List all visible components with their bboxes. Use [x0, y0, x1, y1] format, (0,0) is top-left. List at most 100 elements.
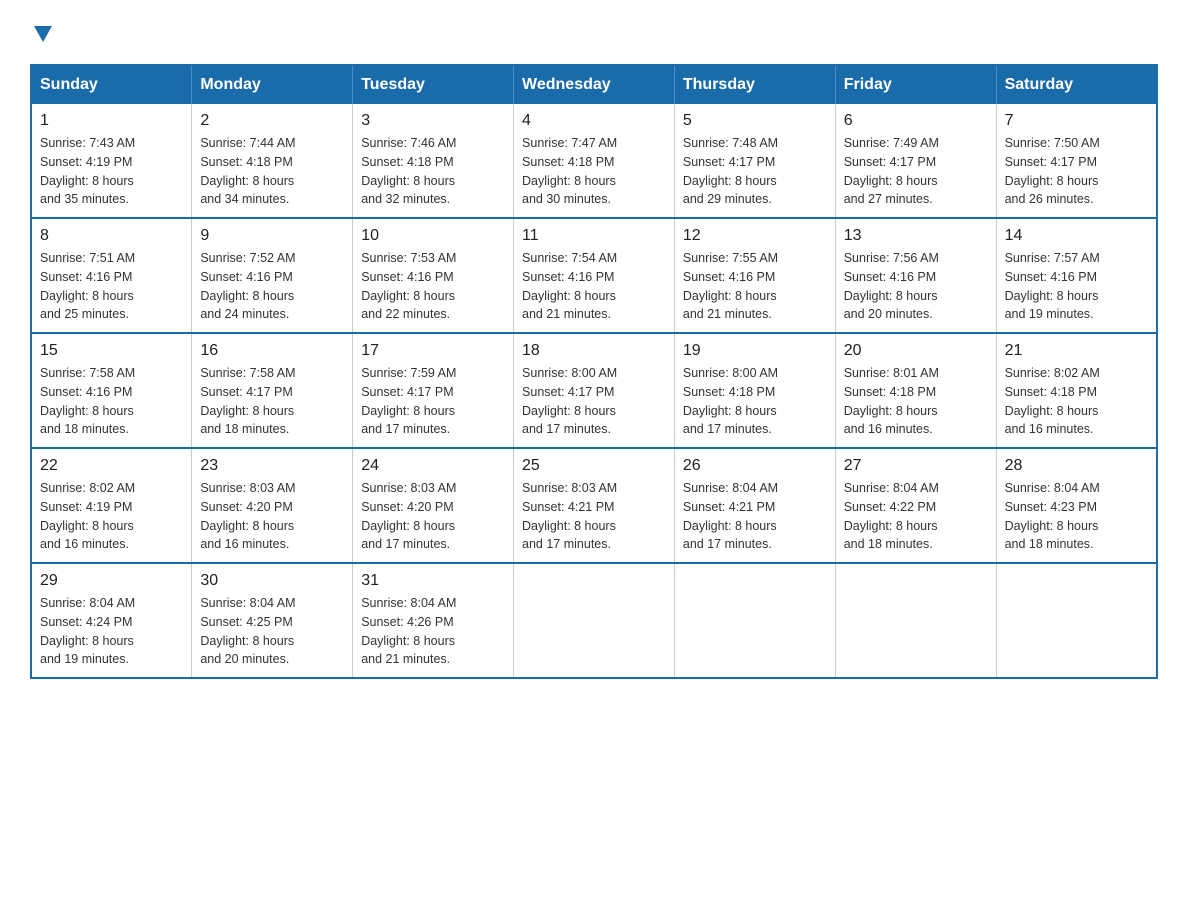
calendar-header: SundayMondayTuesdayWednesdayThursdayFrid…	[31, 65, 1157, 104]
day-number: 30	[200, 572, 344, 590]
calendar-cell: 28 Sunrise: 8:04 AMSunset: 4:23 PMDaylig…	[996, 448, 1157, 563]
calendar-cell: 11 Sunrise: 7:54 AMSunset: 4:16 PMDaylig…	[514, 218, 675, 333]
day-number: 22	[40, 457, 183, 475]
day-number: 14	[1005, 227, 1148, 245]
calendar-cell: 29 Sunrise: 8:04 AMSunset: 4:24 PMDaylig…	[31, 563, 192, 678]
calendar-week-2: 8 Sunrise: 7:51 AMSunset: 4:16 PMDayligh…	[31, 218, 1157, 333]
day-number: 18	[522, 342, 666, 360]
day-number: 21	[1005, 342, 1148, 360]
calendar-cell: 10 Sunrise: 7:53 AMSunset: 4:16 PMDaylig…	[353, 218, 514, 333]
calendar-cell: 5 Sunrise: 7:48 AMSunset: 4:17 PMDayligh…	[674, 104, 835, 218]
day-number: 8	[40, 227, 183, 245]
day-info: Sunrise: 8:03 AMSunset: 4:20 PMDaylight:…	[361, 479, 505, 554]
calendar-cell: 8 Sunrise: 7:51 AMSunset: 4:16 PMDayligh…	[31, 218, 192, 333]
calendar-cell: 24 Sunrise: 8:03 AMSunset: 4:20 PMDaylig…	[353, 448, 514, 563]
weekday-header-saturday: Saturday	[996, 65, 1157, 104]
calendar-cell	[674, 563, 835, 678]
calendar-table: SundayMondayTuesdayWednesdayThursdayFrid…	[30, 64, 1158, 679]
calendar-cell: 12 Sunrise: 7:55 AMSunset: 4:16 PMDaylig…	[674, 218, 835, 333]
calendar-cell: 2 Sunrise: 7:44 AMSunset: 4:18 PMDayligh…	[192, 104, 353, 218]
day-info: Sunrise: 8:00 AMSunset: 4:17 PMDaylight:…	[522, 364, 666, 439]
day-number: 7	[1005, 112, 1148, 130]
logo	[30, 20, 54, 44]
day-info: Sunrise: 7:43 AMSunset: 4:19 PMDaylight:…	[40, 134, 183, 209]
day-info: Sunrise: 7:48 AMSunset: 4:17 PMDaylight:…	[683, 134, 827, 209]
day-info: Sunrise: 7:55 AMSunset: 4:16 PMDaylight:…	[683, 249, 827, 324]
weekday-header-sunday: Sunday	[31, 65, 192, 104]
calendar-cell: 1 Sunrise: 7:43 AMSunset: 4:19 PMDayligh…	[31, 104, 192, 218]
calendar-week-4: 22 Sunrise: 8:02 AMSunset: 4:19 PMDaylig…	[31, 448, 1157, 563]
day-info: Sunrise: 7:59 AMSunset: 4:17 PMDaylight:…	[361, 364, 505, 439]
day-number: 4	[522, 112, 666, 130]
calendar-cell: 21 Sunrise: 8:02 AMSunset: 4:18 PMDaylig…	[996, 333, 1157, 448]
day-info: Sunrise: 8:02 AMSunset: 4:19 PMDaylight:…	[40, 479, 183, 554]
day-number: 12	[683, 227, 827, 245]
day-number: 19	[683, 342, 827, 360]
calendar-cell: 16 Sunrise: 7:58 AMSunset: 4:17 PMDaylig…	[192, 333, 353, 448]
day-number: 9	[200, 227, 344, 245]
day-info: Sunrise: 7:54 AMSunset: 4:16 PMDaylight:…	[522, 249, 666, 324]
day-info: Sunrise: 7:57 AMSunset: 4:16 PMDaylight:…	[1005, 249, 1148, 324]
calendar-cell: 9 Sunrise: 7:52 AMSunset: 4:16 PMDayligh…	[192, 218, 353, 333]
calendar-week-1: 1 Sunrise: 7:43 AMSunset: 4:19 PMDayligh…	[31, 104, 1157, 218]
day-number: 5	[683, 112, 827, 130]
day-info: Sunrise: 8:04 AMSunset: 4:21 PMDaylight:…	[683, 479, 827, 554]
day-number: 17	[361, 342, 505, 360]
day-info: Sunrise: 7:46 AMSunset: 4:18 PMDaylight:…	[361, 134, 505, 209]
day-number: 15	[40, 342, 183, 360]
calendar-cell: 7 Sunrise: 7:50 AMSunset: 4:17 PMDayligh…	[996, 104, 1157, 218]
day-info: Sunrise: 8:04 AMSunset: 4:23 PMDaylight:…	[1005, 479, 1148, 554]
day-info: Sunrise: 7:51 AMSunset: 4:16 PMDaylight:…	[40, 249, 183, 324]
weekday-header-friday: Friday	[835, 65, 996, 104]
calendar-cell: 23 Sunrise: 8:03 AMSunset: 4:20 PMDaylig…	[192, 448, 353, 563]
calendar-cell	[996, 563, 1157, 678]
calendar-cell: 31 Sunrise: 8:04 AMSunset: 4:26 PMDaylig…	[353, 563, 514, 678]
day-info: Sunrise: 7:53 AMSunset: 4:16 PMDaylight:…	[361, 249, 505, 324]
day-info: Sunrise: 8:03 AMSunset: 4:21 PMDaylight:…	[522, 479, 666, 554]
day-number: 23	[200, 457, 344, 475]
calendar-cell: 26 Sunrise: 8:04 AMSunset: 4:21 PMDaylig…	[674, 448, 835, 563]
weekday-header-thursday: Thursday	[674, 65, 835, 104]
day-info: Sunrise: 8:04 AMSunset: 4:25 PMDaylight:…	[200, 594, 344, 669]
day-info: Sunrise: 8:01 AMSunset: 4:18 PMDaylight:…	[844, 364, 988, 439]
calendar-cell: 4 Sunrise: 7:47 AMSunset: 4:18 PMDayligh…	[514, 104, 675, 218]
day-number: 24	[361, 457, 505, 475]
calendar-cell: 6 Sunrise: 7:49 AMSunset: 4:17 PMDayligh…	[835, 104, 996, 218]
day-number: 11	[522, 227, 666, 245]
day-info: Sunrise: 8:02 AMSunset: 4:18 PMDaylight:…	[1005, 364, 1148, 439]
day-info: Sunrise: 7:47 AMSunset: 4:18 PMDaylight:…	[522, 134, 666, 209]
calendar-week-5: 29 Sunrise: 8:04 AMSunset: 4:24 PMDaylig…	[31, 563, 1157, 678]
day-number: 26	[683, 457, 827, 475]
day-number: 25	[522, 457, 666, 475]
calendar-cell: 20 Sunrise: 8:01 AMSunset: 4:18 PMDaylig…	[835, 333, 996, 448]
day-number: 2	[200, 112, 344, 130]
calendar-cell: 27 Sunrise: 8:04 AMSunset: 4:22 PMDaylig…	[835, 448, 996, 563]
weekday-header-monday: Monday	[192, 65, 353, 104]
day-info: Sunrise: 7:58 AMSunset: 4:16 PMDaylight:…	[40, 364, 183, 439]
day-info: Sunrise: 8:04 AMSunset: 4:22 PMDaylight:…	[844, 479, 988, 554]
day-number: 20	[844, 342, 988, 360]
day-info: Sunrise: 7:58 AMSunset: 4:17 PMDaylight:…	[200, 364, 344, 439]
calendar-cell: 3 Sunrise: 7:46 AMSunset: 4:18 PMDayligh…	[353, 104, 514, 218]
calendar-cell: 25 Sunrise: 8:03 AMSunset: 4:21 PMDaylig…	[514, 448, 675, 563]
day-number: 1	[40, 112, 183, 130]
calendar-cell: 15 Sunrise: 7:58 AMSunset: 4:16 PMDaylig…	[31, 333, 192, 448]
day-number: 3	[361, 112, 505, 130]
weekday-header-wednesday: Wednesday	[514, 65, 675, 104]
calendar-cell: 14 Sunrise: 7:57 AMSunset: 4:16 PMDaylig…	[996, 218, 1157, 333]
calendar-body: 1 Sunrise: 7:43 AMSunset: 4:19 PMDayligh…	[31, 104, 1157, 678]
day-number: 16	[200, 342, 344, 360]
day-info: Sunrise: 7:49 AMSunset: 4:17 PMDaylight:…	[844, 134, 988, 209]
calendar-cell: 22 Sunrise: 8:02 AMSunset: 4:19 PMDaylig…	[31, 448, 192, 563]
logo-triangle-icon	[32, 22, 54, 44]
calendar-cell: 30 Sunrise: 8:04 AMSunset: 4:25 PMDaylig…	[192, 563, 353, 678]
calendar-cell	[514, 563, 675, 678]
calendar-week-3: 15 Sunrise: 7:58 AMSunset: 4:16 PMDaylig…	[31, 333, 1157, 448]
day-number: 28	[1005, 457, 1148, 475]
day-info: Sunrise: 8:04 AMSunset: 4:24 PMDaylight:…	[40, 594, 183, 669]
day-info: Sunrise: 7:44 AMSunset: 4:18 PMDaylight:…	[200, 134, 344, 209]
day-number: 31	[361, 572, 505, 590]
day-number: 13	[844, 227, 988, 245]
day-number: 10	[361, 227, 505, 245]
day-number: 27	[844, 457, 988, 475]
